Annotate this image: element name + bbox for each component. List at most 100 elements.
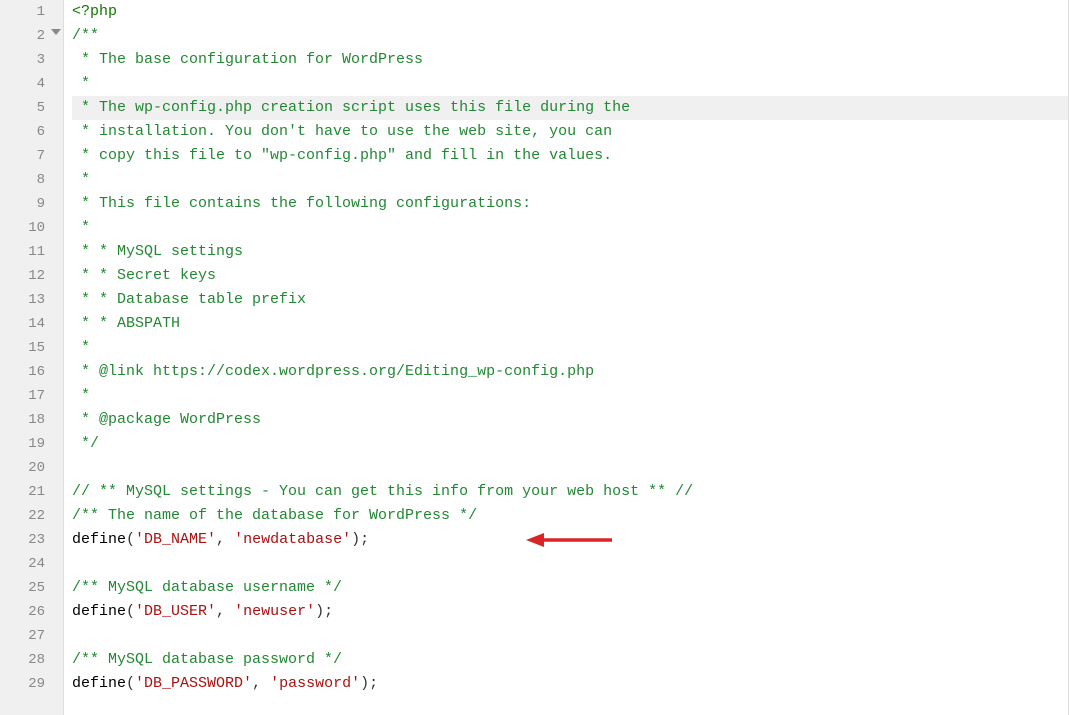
code-line[interactable]: * The wp-config.php creation script uses… [72,96,1068,120]
line-number: 15 [0,336,63,360]
line-number: 27 [0,624,63,648]
code-line[interactable]: * [72,216,1068,240]
token-comment: * @link https://codex.wordpress.org/Edit… [72,363,594,380]
code-line[interactable]: <?php [72,0,1068,24]
code-line[interactable]: * [72,384,1068,408]
line-number: 2 [0,24,63,48]
line-number [0,696,63,706]
fold-marker-icon[interactable] [51,29,61,35]
code-line[interactable]: * [72,336,1068,360]
code-line[interactable]: // ** MySQL settings - You can get this … [72,480,1068,504]
code-line[interactable]: * * ABSPATH [72,312,1068,336]
token-string: 'DB_USER' [135,603,216,620]
code-line[interactable]: * * Database table prefix [72,288,1068,312]
code-line[interactable] [72,624,1068,648]
token-comment: * [72,387,90,404]
code-line[interactable]: /** The name of the database for WordPre… [72,504,1068,528]
line-number: 20 [0,456,63,480]
token-func: define [72,531,126,548]
code-line[interactable]: * installation. You don't have to use th… [72,120,1068,144]
code-line[interactable]: /** [72,24,1068,48]
code-line[interactable] [72,456,1068,480]
line-number: 29 [0,672,63,696]
line-number: 7 [0,144,63,168]
token-string: 'password' [270,675,360,692]
token-punct: , [216,603,234,620]
token-comment: * installation. You don't have to use th… [72,123,612,140]
line-number: 18 [0,408,63,432]
token-comment: // ** MySQL settings - You can get this … [72,483,693,500]
token-comment: * [72,219,90,236]
code-line[interactable] [72,552,1068,576]
line-number: 3 [0,48,63,72]
token-string: 'newuser' [234,603,315,620]
code-line[interactable]: define('DB_PASSWORD', 'password'); [72,672,1068,696]
token-comment: * The base configuration for WordPress [72,51,423,68]
line-number: 19 [0,432,63,456]
token-comment: * The wp-config.php creation script uses… [72,99,630,116]
line-number: 1 [0,0,63,24]
code-line[interactable]: * The base configuration for WordPress [72,48,1068,72]
token-comment: * * ABSPATH [72,315,180,332]
token-punct: ( [126,603,135,620]
code-line[interactable]: /** MySQL database username */ [72,576,1068,600]
line-number: 26 [0,600,63,624]
token-comment: * copy this file to "wp-config.php" and … [72,147,612,164]
token-string: 'DB_PASSWORD' [135,675,252,692]
token-comment: * [72,75,90,92]
token-comment: * This file contains the following confi… [72,195,531,212]
code-line[interactable]: * @package WordPress [72,408,1068,432]
token-punct: ( [126,531,135,548]
token-comment: */ [72,435,99,452]
line-number: 23 [0,528,63,552]
token-func: define [72,675,126,692]
token-punct: ); [315,603,333,620]
token-comment: * [72,171,90,188]
token-punct: , [216,531,234,548]
code-line[interactable]: define('DB_USER', 'newuser'); [72,600,1068,624]
token-punct: ); [360,675,378,692]
token-comment: * * Secret keys [72,267,216,284]
line-number: 14 [0,312,63,336]
token-punct: , [252,675,270,692]
code-line[interactable]: * This file contains the following confi… [72,192,1068,216]
code-line[interactable]: /** MySQL database password */ [72,648,1068,672]
line-number: 4 [0,72,63,96]
code-line[interactable]: */ [72,432,1068,456]
code-line[interactable]: * [72,168,1068,192]
token-comment: /** MySQL database password */ [72,651,342,668]
token-comment: * * Database table prefix [72,291,306,308]
line-number: 16 [0,360,63,384]
line-number: 8 [0,168,63,192]
line-number: 22 [0,504,63,528]
token-comment: /** [72,27,99,44]
code-line[interactable]: * * MySQL settings [72,240,1068,264]
code-line[interactable]: * * Secret keys [72,264,1068,288]
line-number-gutter: 1234567891011121314151617181920212223242… [0,0,64,715]
token-func: define [72,603,126,620]
token-tag: <?php [72,3,117,20]
code-line[interactable]: * @link https://codex.wordpress.org/Edit… [72,360,1068,384]
token-comment: * @package WordPress [72,411,261,428]
code-line[interactable]: * [72,72,1068,96]
token-comment: /** MySQL database username */ [72,579,342,596]
token-comment: * [72,339,90,356]
line-number: 25 [0,576,63,600]
code-line[interactable]: define('DB_NAME', 'newdatabase'); [72,528,1068,552]
line-number: 28 [0,648,63,672]
line-number: 9 [0,192,63,216]
line-number: 12 [0,264,63,288]
token-comment: /** The name of the database for WordPre… [72,507,477,524]
code-editor-area[interactable]: <?php /** * The base configuration for Wo… [64,0,1068,715]
token-string: 'DB_NAME' [135,531,216,548]
line-number: 5 [0,96,63,120]
token-punct: ( [126,675,135,692]
line-number: 11 [0,240,63,264]
code-line[interactable]: * copy this file to "wp-config.php" and … [72,144,1068,168]
line-number: 10 [0,216,63,240]
token-comment: * * MySQL settings [72,243,243,260]
line-number: 21 [0,480,63,504]
line-number: 13 [0,288,63,312]
line-number: 17 [0,384,63,408]
token-punct: ); [351,531,369,548]
